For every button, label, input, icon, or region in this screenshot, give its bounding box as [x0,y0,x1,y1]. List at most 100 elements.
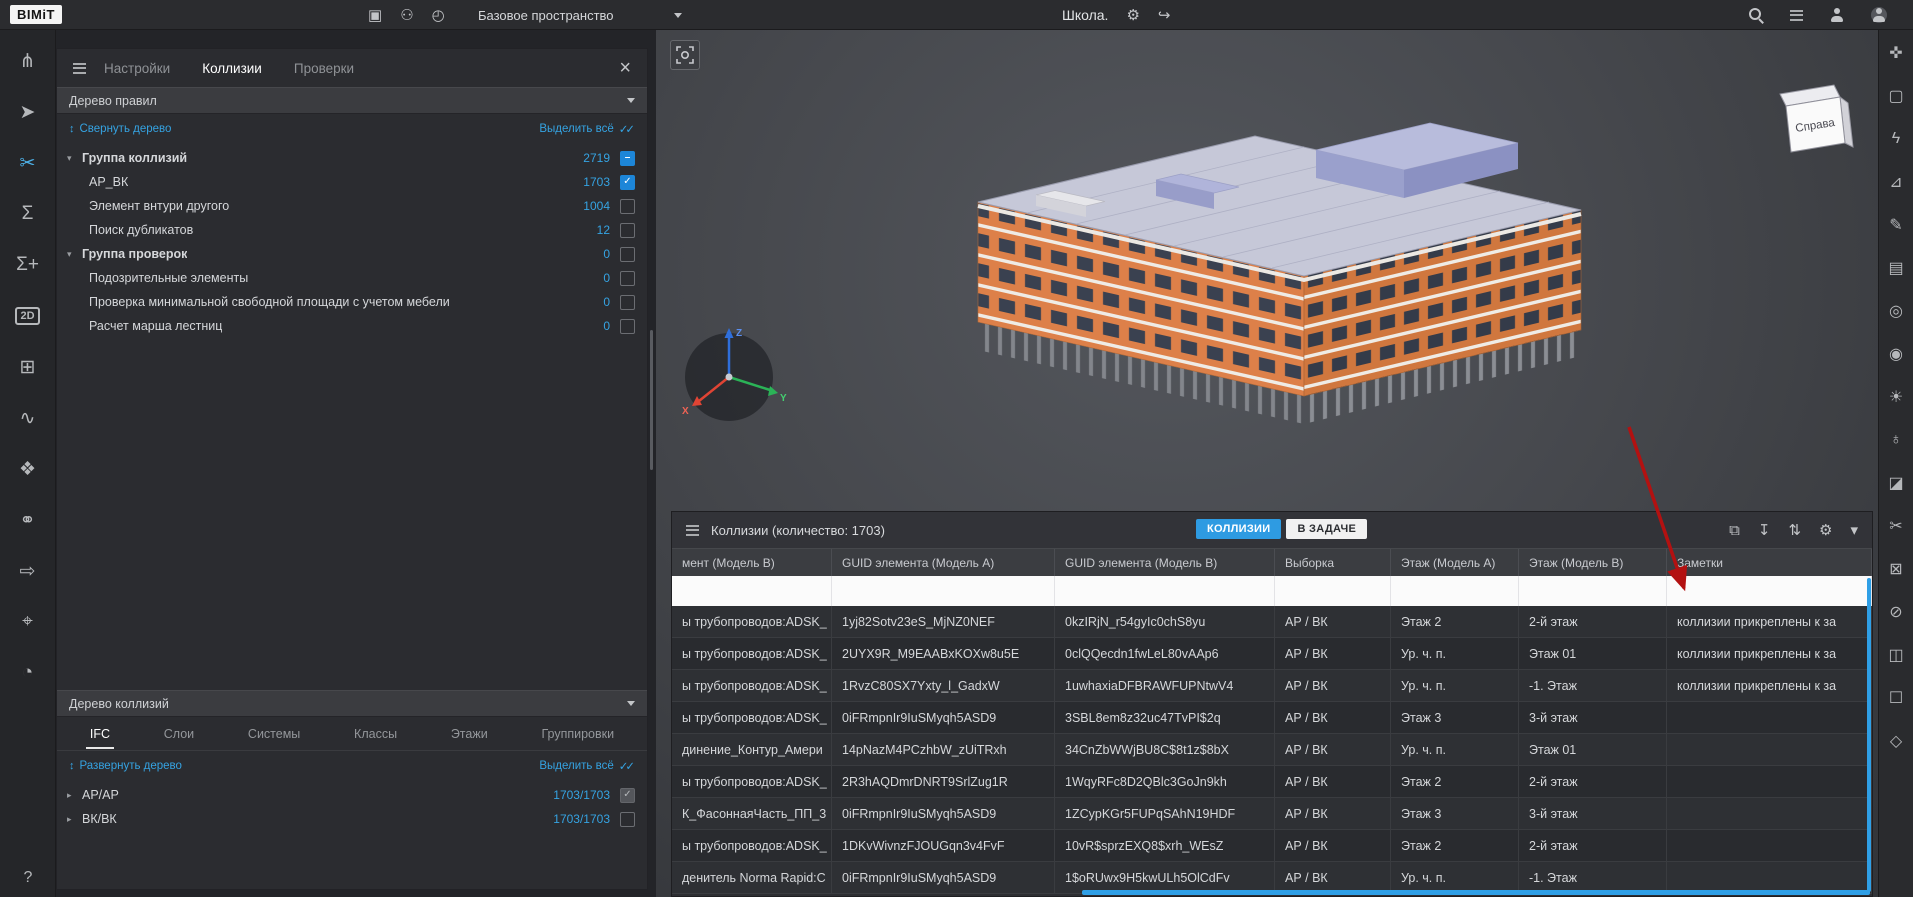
table-row[interactable]: К_ФасоннаяЧасть_ПП_30iFRmpnIr9IuSMyqh5AS… [672,798,1872,830]
collisions-tree-header[interactable]: Дерево коллизий [57,690,647,717]
pan-icon[interactable]: ✜ [1883,40,1909,66]
rules-tree-item[interactable]: Элемент внтури другого1004 [57,194,647,218]
axis-gizmo[interactable]: Z X Y [682,328,787,421]
column-header[interactable]: Заметки [1667,549,1872,576]
checkbox[interactable] [620,199,635,214]
rules-tree-header[interactable]: Дерево правил [57,87,647,114]
building-model[interactable] [978,123,1581,424]
column-header[interactable]: GUID элемента (Модель B) [1055,549,1275,576]
table-vertical-scrollbar[interactable] [1867,578,1871,892]
checkbox[interactable] [620,295,635,310]
mode-button-В ЗАДАЧЕ[interactable]: В ЗАДАЧЕ [1286,519,1367,539]
select-box-icon[interactable]: ☐ [1883,685,1909,711]
checkbox[interactable] [620,812,635,827]
filter-cell[interactable] [1519,576,1667,606]
collisions-tree-item[interactable]: ▸ВК/ВК1703/1703 [57,807,647,831]
tab-Коллизии[interactable]: Коллизии [202,61,262,76]
account-icon[interactable] [1829,7,1845,23]
checkbox[interactable] [620,175,635,190]
focus-icon[interactable]: ◎ [1883,298,1909,324]
select-icon[interactable]: ➤ [9,93,47,131]
globe-icon[interactable]: ♁ [1883,427,1909,453]
fit-height-icon[interactable]: ↧ [1758,521,1771,539]
workspace-selector[interactable]: Базовое пространство [478,0,682,30]
tree-tab-Системы[interactable]: Системы [244,719,304,749]
tree-caret-icon[interactable]: ▾ [67,153,82,164]
isolate-icon[interactable]: ◫ [1883,642,1909,668]
column-header[interactable]: Этаж (Модель A) [1391,549,1519,576]
tree-caret-icon[interactable]: ▾ [67,249,82,260]
focus-mode-button[interactable] [670,40,700,70]
collaboration-icon[interactable]: ⚭ [9,501,47,539]
table-horizontal-scrollbar[interactable] [1082,890,1870,895]
close-panel-icon[interactable] [619,58,631,78]
checkbox[interactable] [620,247,635,262]
distribute-rows-icon[interactable]: ⇅ [1788,521,1801,539]
panel-scrollbar[interactable] [650,330,653,470]
table-row[interactable]: ы трубопроводов:ADSK_1DKvWivnzFJOUGqn3v4… [672,830,1872,862]
share-icon[interactable]: ↪ [1158,8,1171,23]
tree-tab-Слои[interactable]: Слои [160,719,198,749]
checkbox[interactable] [620,151,635,166]
collapse-tree-link[interactable]: Свернуть дерево [69,123,171,135]
select-all-link[interactable]: Выделить всё [539,759,635,773]
filter-cell[interactable] [832,576,1055,606]
mode-button-КОЛЛИЗИИ[interactable]: КОЛЛИЗИИ [1196,519,1281,539]
filter-cell[interactable] [1275,576,1391,606]
filter-cell[interactable] [1667,576,1872,606]
column-header[interactable]: мент (Модель B) [672,549,832,576]
table-row[interactable]: ы трубопроводов:ADSK_1yj82Sotv23eS_MjNZ0… [672,606,1872,638]
cube-view-icon[interactable]: ◇ [1883,728,1909,754]
view-cube[interactable]: Справа [1780,85,1853,152]
sum-plus-icon[interactable]: Σ+ [9,246,47,284]
collapse-panel-icon[interactable]: ▾ [1850,521,1858,539]
tree-tab-IFC[interactable]: IFC [86,719,114,749]
checkbox[interactable] [620,271,635,286]
column-header[interactable]: GUID элемента (Модель A) [832,549,1055,576]
cut-icon[interactable]: ✂ [1883,513,1909,539]
layers-icon[interactable]: ▤ [1883,255,1909,281]
column-header[interactable]: Выборка [1275,549,1391,576]
export-icon[interactable]: ⇨ [9,552,47,590]
tree-tab-Классы[interactable]: Классы [350,719,401,749]
table-row[interactable]: ы трубопроводов:ADSK_2R3hAQDmrDNRT9SrlZu… [672,766,1872,798]
menu-list-icon[interactable] [1790,10,1803,21]
column-header[interactable]: Этаж (Модель B) [1519,549,1667,576]
expand-tree-link[interactable]: Развернуть дерево [69,760,182,772]
measure-icon[interactable]: ⊿ [1883,169,1909,195]
hide-element-icon[interactable]: ⊘ [1883,599,1909,625]
tab-Проверки[interactable]: Проверки [294,61,354,76]
table-menu-icon[interactable] [686,525,699,536]
plugins-icon[interactable]: ❖ [9,450,47,488]
checkbox[interactable] [620,319,635,334]
clip-box-icon[interactable]: ⊠ [1883,556,1909,582]
filter-cell[interactable] [1055,576,1275,606]
collisions-tool-icon[interactable]: ✂ [9,144,47,182]
tree-caret-icon[interactable]: ▸ [67,790,82,801]
rules-tree-item[interactable]: Подозрительные элементы0 [57,266,647,290]
rules-tree-item[interactable]: ▾Группа коллизий2719 [57,146,647,170]
rules-tree-item[interactable]: ▾Группа проверок0 [57,242,647,266]
rules-tree-item[interactable]: АР_ВК1703 [57,170,647,194]
tree-tab-Этажи[interactable]: Этажи [447,719,492,749]
rules-tree-item[interactable]: Проверка минимальной свободной площади с… [57,290,647,314]
avatar-icon[interactable] [1871,7,1887,23]
table-settings-icon[interactable]: ⚙ [1819,521,1832,539]
briefcase-icon[interactable]: ▣ [368,8,382,23]
markup-icon[interactable]: ✎ [1883,212,1909,238]
graphs-icon[interactable]: ∿ [9,399,47,437]
dashboard-icon[interactable]: ◔ [9,654,47,692]
tab-Настройки[interactable]: Настройки [104,61,170,76]
search-icon[interactable] [1748,7,1764,23]
table-row[interactable]: динение_Контур_Амери14pNazM4PCzhbW_zUiTR… [672,734,1872,766]
sum-icon[interactable]: Σ [9,195,47,233]
fit-view-icon[interactable]: ▢ [1883,83,1909,109]
history-icon[interactable]: ◴ [432,8,445,23]
duplicate-icon[interactable]: ⧉ [1729,522,1740,539]
table-row[interactable]: ы трубопроводов:ADSK_1RvzC80SX7Yxty_l_Ga… [672,670,1872,702]
checkbox[interactable] [620,223,635,238]
tree-caret-icon[interactable]: ▸ [67,814,82,825]
filter-cell[interactable] [1391,576,1519,606]
filter-cell[interactable] [672,576,832,606]
brightness-icon[interactable]: ☀ [1883,384,1909,410]
